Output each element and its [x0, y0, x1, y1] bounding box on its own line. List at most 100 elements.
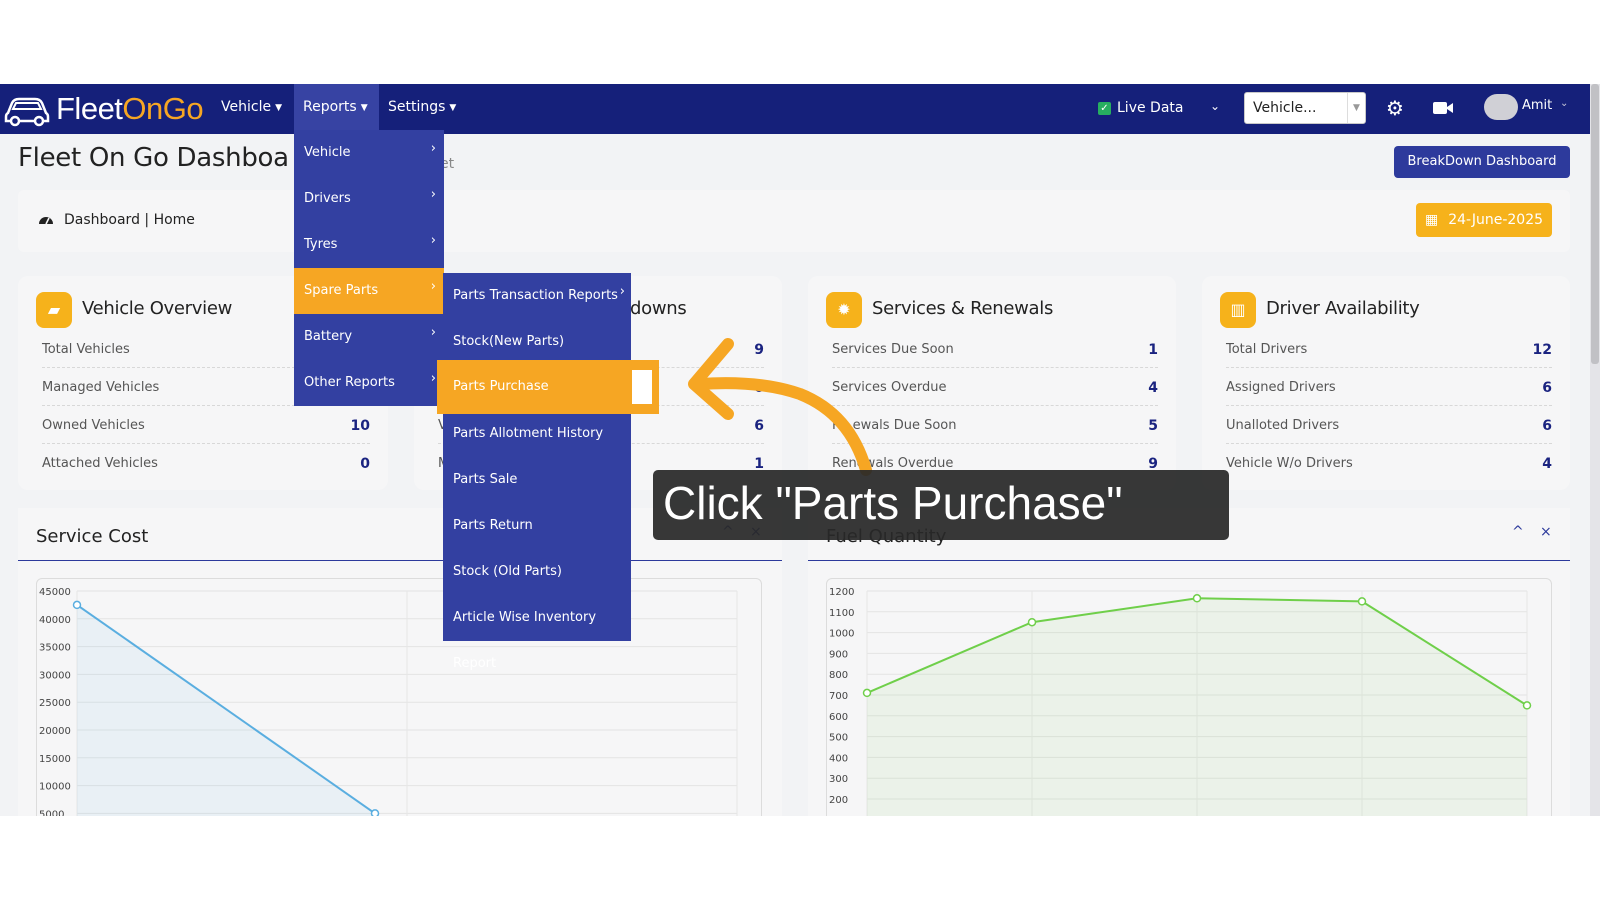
chevron-right-icon: › [619, 284, 625, 299]
submenu-item-article-wise-inventory[interactable]: Article Wise Inventory Report [443, 595, 631, 671]
chevron-right-icon: › [430, 233, 436, 248]
menu-item-vehicle[interactable]: Vehicle › [294, 130, 444, 176]
menu-item-spare-parts[interactable]: Spare Parts › [294, 268, 444, 314]
fuel-quantity-chart: 1200 1100 1000 900 800 700 600 500 400 300 200 [826, 578, 1552, 816]
row-value: 5 [1148, 418, 1158, 434]
menu-item-label: Other Reports [304, 375, 395, 390]
y-tick-label: 300 [829, 774, 848, 785]
card-row: Unalloted Drivers 6 [1226, 406, 1552, 444]
vehicle-select[interactable]: Vehicle... ▼ [1244, 92, 1366, 124]
y-tick-label: 600 [829, 712, 848, 723]
gear-icon[interactable]: ⚙ [1386, 96, 1404, 120]
menu-item-other-reports[interactable]: Other Reports › [294, 360, 444, 406]
menu-item-drivers[interactable]: Drivers › [294, 176, 444, 222]
submenu-item-label: Parts Sale [453, 472, 518, 487]
card-title: downs [630, 298, 687, 319]
chevron-right-icon: › [430, 141, 436, 156]
y-tick-label: 1200 [829, 587, 854, 598]
card-row: Services Overdue 4 [832, 368, 1158, 406]
nav-reports[interactable]: Reports ▼ [294, 84, 379, 130]
car-logo-icon [4, 97, 50, 127]
logo-text-fleet: Fleet [56, 91, 123, 126]
reports-dropdown-menu: Vehicle › Drivers › Tyres › Spare Parts › Ba… [294, 130, 444, 406]
submenu-item-stock-old-parts[interactable]: Stock (Old Parts) [443, 549, 631, 595]
truck-icon: ▰ [36, 292, 72, 328]
y-tick-label: 10000 [39, 782, 71, 793]
y-tick-label: 500 [829, 733, 848, 744]
submenu-item-label: Parts Return [453, 518, 533, 533]
spare-parts-submenu: Parts Transaction Reports › Stock(New Par… [443, 273, 631, 671]
submenu-item-parts-allotment-history[interactable]: Parts Allotment History [443, 411, 631, 457]
menu-item-battery[interactable]: Battery › [294, 314, 444, 360]
calendar-icon: ▦ [1424, 212, 1439, 228]
nav-vehicle[interactable]: Vehicle ▼ [212, 84, 291, 130]
submenu-item-parts-transaction-reports[interactable]: Parts Transaction Reports › [443, 273, 631, 319]
top-navbar: FleetOnGo Vehicle ▼ Reports ▼ Settings ▼ ✓ … [0, 84, 1590, 134]
chevron-down-icon: ▼ [360, 103, 368, 113]
fleetongo-logo[interactable]: FleetOnGo [4, 90, 204, 128]
series-area [867, 598, 1527, 816]
chevron-right-icon: › [430, 279, 436, 294]
data-point [862, 688, 872, 698]
service-cost-chart-svg: 45000 40000 35000 30000 25000 20000 15000 10000… [39, 587, 738, 816]
nav-vehicle-label: Vehicle [221, 99, 272, 115]
menu-item-label: Drivers [304, 191, 351, 206]
submenu-item-stock-new-parts[interactable]: Stock(New Parts) [443, 319, 631, 365]
menu-item-label: Tyres [304, 237, 338, 252]
row-label: Total Vehicles [42, 342, 130, 357]
chevron-down-icon: ▼ [449, 103, 457, 113]
submenu-item-parts-return[interactable]: Parts Return [443, 503, 631, 549]
chevron-down-icon[interactable]: ⌄ [1560, 98, 1568, 109]
row-value: 6 [1542, 380, 1552, 396]
data-point [1357, 597, 1367, 606]
row-value: 4 [1148, 380, 1158, 396]
card-row: Attached Vehicles 0 [42, 444, 370, 482]
row-value: 0 [360, 456, 370, 472]
date-picker-button[interactable]: ▦ 24-June-2025 [1416, 203, 1552, 237]
row-label: Services Due Soon [832, 342, 954, 357]
y-tick-label: 1000 [829, 629, 854, 640]
row-label: Re ewals Due Soon [832, 418, 957, 433]
date-label: 24-June-2025 [1448, 212, 1544, 228]
breadcrumb-text[interactable]: Dashboard | Home [64, 212, 195, 228]
user-name[interactable]: Amit [1522, 98, 1552, 113]
y-tick-label: 40000 [39, 615, 71, 626]
menu-item-tyres[interactable]: Tyres › [294, 222, 444, 268]
card-row: Vehicle W/o Drivers 4 [1226, 444, 1552, 482]
card-row: Services Due Soon 1 [832, 330, 1158, 368]
user-avatar[interactable] [1484, 94, 1518, 120]
nav-settings[interactable]: Settings ▼ [379, 84, 465, 130]
data-point [1192, 594, 1202, 603]
card-row: Owned Vehicles 10 [42, 406, 370, 444]
submenu-item-parts-sale[interactable]: Parts Sale [443, 457, 631, 503]
chevron-down-icon[interactable]: ⌄ [1210, 99, 1220, 113]
card-title: Vehicle Overview [82, 298, 233, 319]
row-label: Managed Vehicles [42, 380, 160, 395]
close-icon[interactable]: × [1540, 524, 1552, 540]
bar-chart-icon: ▥ [1220, 292, 1256, 328]
row-label: Services Overdue [832, 380, 947, 395]
row-value: 1 [1148, 342, 1158, 358]
breadcrumb: Dashboard | Home [38, 212, 195, 228]
data-point [370, 809, 380, 816]
row-label: Attached Vehicles [42, 456, 158, 471]
submenu-item-label[interactable]: Parts Purchase [453, 360, 549, 414]
instruction-callout: Click "Parts Purchase" [653, 470, 1229, 540]
row-value: 6 [1542, 418, 1552, 434]
scrollbar-thumb[interactable] [1591, 84, 1599, 364]
select-caret-icon: ▼ [1347, 93, 1365, 123]
submenu-item-label: Stock(New Parts) [453, 334, 565, 349]
chevron-right-icon: › [430, 187, 436, 202]
breakdown-dashboard-button[interactable]: BreakDown Dashboard [1394, 146, 1570, 178]
vehicle-select-value: Vehicle... [1253, 100, 1317, 116]
menu-item-label: Battery [304, 329, 353, 344]
live-data-toggle[interactable]: ✓ Live Data [1098, 100, 1183, 116]
nav-reports-label: Reports [303, 99, 357, 115]
services-renewals-card: ✹ Services & Renewals Services Due Soon 1… [808, 276, 1176, 490]
y-tick-label: 700 [829, 691, 848, 702]
panel-divider [808, 560, 1570, 561]
row-label: Assigned Drivers [1226, 380, 1336, 395]
highlight-cursor-box [632, 370, 652, 404]
collapse-icon[interactable]: ^ [1512, 524, 1524, 540]
video-camera-icon[interactable] [1432, 100, 1454, 116]
